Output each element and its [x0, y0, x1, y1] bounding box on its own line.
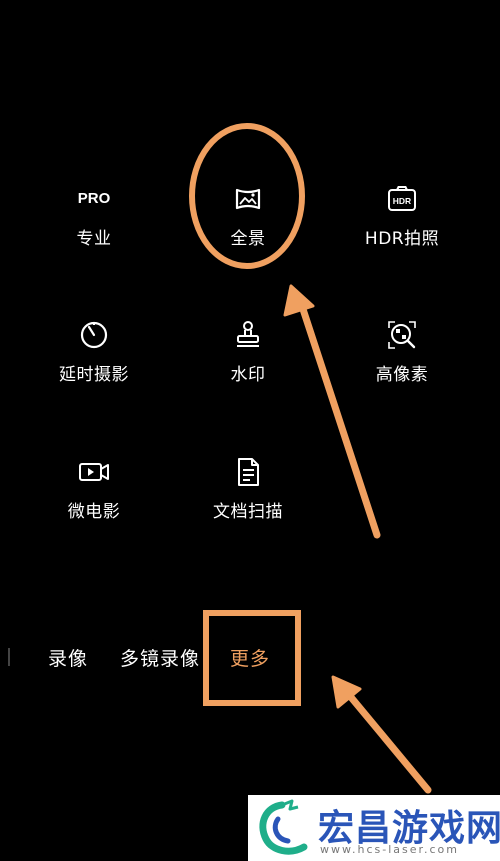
arrow-left	[341, 686, 432, 794]
mode-label: 水印	[230, 365, 266, 385]
watermark-url: www.hcs-laser.com	[320, 843, 459, 856]
mode-pro[interactable]: PRO 专业	[24, 182, 164, 249]
panorama-icon	[235, 188, 261, 210]
annotation-overlay	[189, 123, 432, 794]
svg-text:HDR: HDR	[393, 196, 411, 206]
stamp-icon	[237, 321, 259, 347]
hdr-icon: HDR	[388, 186, 416, 211]
mode-label: 全景	[230, 229, 266, 249]
tab-video[interactable]: 录像	[48, 644, 88, 671]
video-camera-icon	[79, 463, 109, 481]
mode-label: 延时摄影	[59, 365, 129, 385]
watermark: 宏昌游戏网 www.hcs-laser.com	[248, 795, 500, 861]
pro-badge-icon: PRO	[77, 190, 111, 207]
arrow-left-head	[331, 675, 362, 709]
document-icon	[238, 458, 259, 486]
mode-timelapse[interactable]: 延时摄影	[24, 318, 164, 385]
mode-panorama[interactable]: 全景	[178, 182, 318, 249]
mode-high-resolution[interactable]: 高像素	[332, 318, 472, 385]
timelapse-icon	[80, 321, 108, 349]
mode-document-scan[interactable]: 文档扫描	[178, 455, 318, 522]
mode-hdr[interactable]: HDR HDR拍照	[332, 182, 472, 249]
mode-label: 微电影	[67, 502, 121, 522]
arrow-up-head	[283, 284, 315, 317]
mode-label: 文档扫描	[213, 502, 283, 522]
tab-more[interactable]: 更多	[230, 644, 270, 671]
mode-label: 专业	[76, 229, 112, 249]
tab-multi-lens-video[interactable]: 多镜录像	[120, 644, 200, 671]
dragon-logo-icon	[259, 799, 308, 855]
mode-micro-movie[interactable]: 微电影	[24, 455, 164, 522]
tab-edge-marker	[8, 648, 10, 666]
mode-label: HDR拍照	[364, 229, 440, 249]
mode-watermark[interactable]: 水印	[178, 318, 318, 385]
mode-label: 高像素	[375, 365, 429, 385]
high-resolution-icon	[388, 321, 416, 349]
